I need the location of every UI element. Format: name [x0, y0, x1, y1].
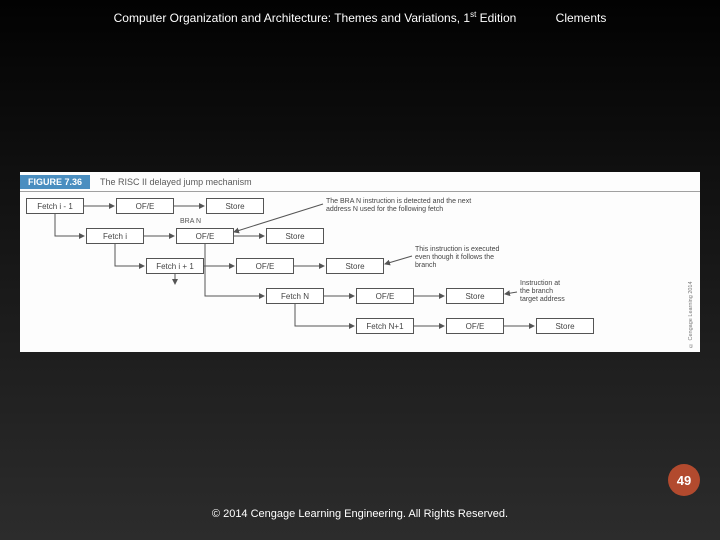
note-line: even though it follows the [415, 254, 565, 262]
stage-fetch: Fetch i [86, 228, 144, 244]
bra-label: BRA N [180, 218, 201, 225]
stage-fetch: Fetch N [266, 288, 324, 304]
stage-store: Store [446, 288, 504, 304]
stage-store: Store [266, 228, 324, 244]
note-line: This instruction is executed [415, 246, 565, 254]
figure-header: FIGURE 7.36 The RISC II delayed jump mec… [20, 172, 700, 192]
note-line: target address [520, 296, 610, 304]
stage-ofe: OF/E [116, 198, 174, 214]
note-line: branch [415, 262, 565, 270]
note-line: The BRA N instruction is detected and th… [326, 198, 556, 206]
note-target: Instruction at the branch target address [520, 280, 610, 304]
note-line: Instruction at [520, 280, 610, 288]
stage-fetch: Fetch i - 1 [26, 198, 84, 214]
figure-caption: The RISC II delayed jump mechanism [100, 177, 252, 187]
pipeline-diagram: Fetch i - 1 OF/E Store Fetch i OF/E Stor… [20, 192, 680, 347]
stage-ofe: OF/E [446, 318, 504, 334]
stage-store: Store [206, 198, 264, 214]
book-title-pre: Computer Organization and Architecture: … [114, 11, 470, 25]
page-number: 49 [677, 473, 691, 488]
stage-ofe: OF/E [176, 228, 234, 244]
figure-badge: FIGURE 7.36 [20, 175, 90, 189]
stage-fetch: Fetch i + 1 [146, 258, 204, 274]
author: Clements [556, 11, 607, 25]
note-detected: The BRA N instruction is detected and th… [326, 198, 556, 214]
stage-ofe: OF/E [356, 288, 414, 304]
book-title-post: Edition [476, 11, 516, 25]
figure-panel: FIGURE 7.36 The RISC II delayed jump mec… [20, 172, 700, 352]
copyright-footer: © 2014 Cengage Learning Engineering. All… [0, 508, 720, 520]
page-number-badge: 49 [668, 464, 700, 496]
stage-store: Store [326, 258, 384, 274]
slide-header: Computer Organization and Architecture: … [0, 10, 720, 25]
stage-ofe: OF/E [236, 258, 294, 274]
stage-fetch: Fetch N+1 [356, 318, 414, 334]
note-line: address N used for the following fetch [326, 206, 556, 214]
note-executed: This instruction is executed even though… [415, 246, 565, 270]
note-line: the branch [520, 288, 610, 296]
stage-store: Store [536, 318, 594, 334]
figure-copyright: © Cengage Learning 2014 [688, 194, 698, 348]
